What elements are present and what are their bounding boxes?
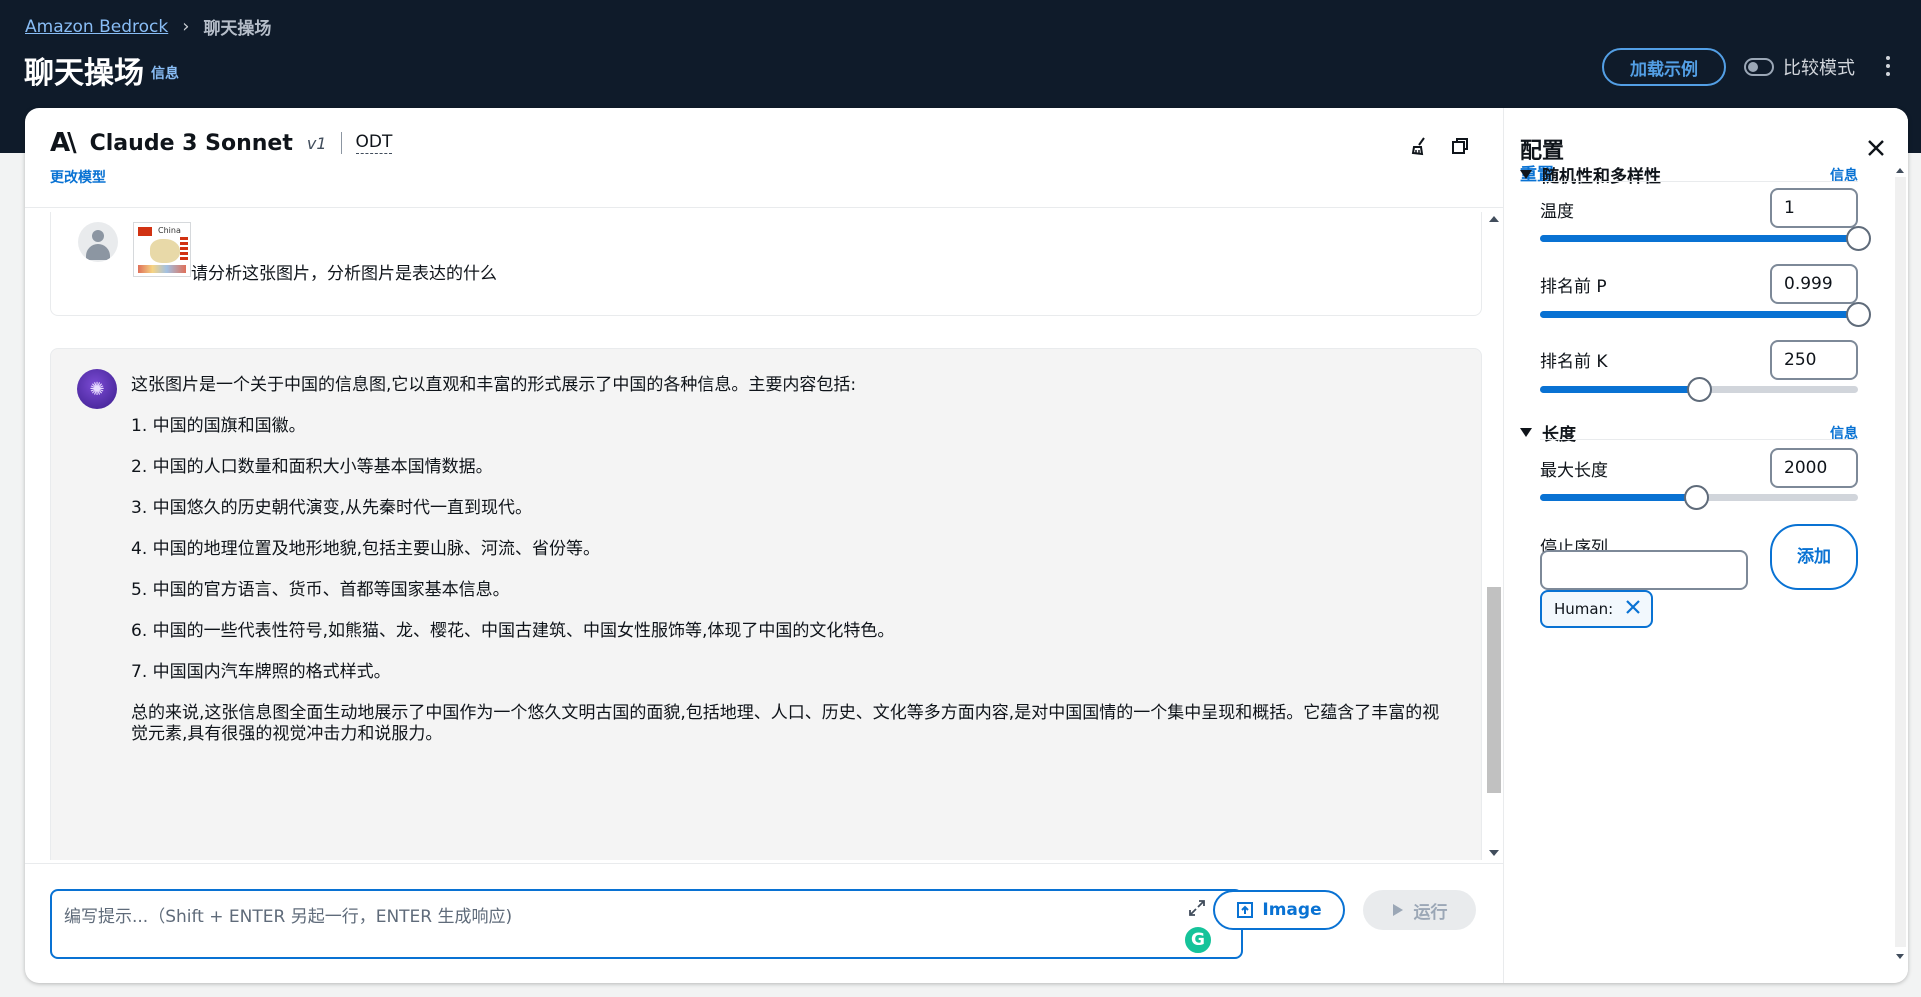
stop-sequence-token: Human: bbox=[1540, 590, 1654, 628]
slider-fill bbox=[1540, 311, 1858, 318]
copy-window-icon[interactable] bbox=[1450, 136, 1470, 160]
section-title: 随机性和多样性 bbox=[1542, 167, 1661, 187]
temperature-slider[interactable] bbox=[1540, 226, 1871, 251]
add-image-button[interactable]: Image bbox=[1213, 890, 1345, 930]
compare-mode-toggle[interactable]: 比较模式 bbox=[1744, 54, 1855, 80]
attached-image-thumbnail[interactable]: China bbox=[133, 222, 191, 277]
scroll-track[interactable] bbox=[1895, 177, 1906, 947]
anthropic-logo-icon: A\ bbox=[50, 128, 77, 158]
temperature-label: 温度 bbox=[1540, 202, 1574, 222]
expand-icon[interactable] bbox=[1188, 899, 1206, 921]
response-list-item: 2. 中国的人口数量和面积大小等基本国情数据。 bbox=[131, 457, 493, 477]
slider-handle[interactable] bbox=[1845, 302, 1871, 327]
model-version: v1 bbox=[306, 133, 327, 153]
top-p-input[interactable]: 0.999 bbox=[1770, 264, 1858, 304]
max-length-slider[interactable] bbox=[1540, 485, 1858, 510]
response-list-item: 4. 中国的地理位置及地形地貌,包括主要山脉、河流、省份等。 bbox=[131, 539, 601, 559]
top-k-label: 排名前 K bbox=[1540, 352, 1608, 372]
input-divider bbox=[25, 863, 1503, 864]
stop-sequence-input[interactable] bbox=[1540, 550, 1748, 590]
run-button[interactable]: 运行 bbox=[1363, 890, 1476, 930]
max-length-label: 最大长度 bbox=[1540, 461, 1608, 481]
model-header: A\ Claude 3 Sonnet v1 ODT bbox=[50, 128, 393, 158]
chat-panel: A\ Claude 3 Sonnet v1 ODT 更改模型 China 请分析… bbox=[25, 108, 1503, 983]
assistant-message-text: 这张图片是一个关于中国的信息图,它以直观和丰富的形式展示了中国的各种信息。主要内… bbox=[131, 375, 1441, 765]
load-examples-button[interactable]: 加载示例 bbox=[1602, 48, 1726, 86]
page-title: 聊天操场 bbox=[24, 56, 144, 91]
page-info-link[interactable]: 信息 bbox=[151, 63, 179, 83]
image-button-label: Image bbox=[1262, 900, 1322, 920]
response-list-item: 5. 中国的官方语言、货币、首都等国家基本信息。 bbox=[131, 580, 510, 600]
response-list-item: 3. 中国悠久的历史朝代演变,从先秦时代一直到现代。 bbox=[131, 498, 533, 518]
play-icon bbox=[1392, 904, 1403, 916]
model-throughput-tag[interactable]: ODT bbox=[355, 132, 393, 154]
user-avatar-icon bbox=[78, 222, 118, 262]
config-panel: 配置 重置 随机性和多样性 信息 温度 1 排名前 P 0.999 排名前 K … bbox=[1503, 108, 1908, 983]
user-message: China 请分析这张图片，分析图片是表达的什么 bbox=[50, 212, 1482, 316]
run-button-label: 运行 bbox=[1413, 902, 1448, 923]
response-paragraph: 这张图片是一个关于中国的信息图,它以直观和丰富的形式展示了中国的各种信息。主要内… bbox=[131, 375, 857, 395]
top-p-label: 排名前 P bbox=[1540, 277, 1607, 297]
assistant-message: ✺ 这张图片是一个关于中国的信息图,它以直观和丰富的形式展示了中国的各种信息。主… bbox=[50, 348, 1482, 860]
playground-card: A\ Claude 3 Sonnet v1 ODT 更改模型 China 请分析… bbox=[25, 108, 1908, 983]
assistant-avatar-icon: ✺ bbox=[77, 369, 117, 409]
top-k-input[interactable]: 250 bbox=[1770, 340, 1858, 380]
more-options-icon[interactable] bbox=[1885, 56, 1891, 76]
response-list-item: 1. 中国的国旗和国徽。 bbox=[131, 416, 306, 436]
scroll-down-arrow-icon[interactable] bbox=[1489, 850, 1499, 856]
breadcrumb: Amazon Bedrock › 聊天操场 bbox=[25, 14, 271, 39]
top-k-slider[interactable] bbox=[1540, 377, 1858, 402]
breadcrumb-link-bedrock[interactable]: Amazon Bedrock bbox=[25, 17, 168, 37]
scroll-up-arrow-icon[interactable] bbox=[1896, 168, 1904, 173]
top-p-slider[interactable] bbox=[1540, 302, 1871, 327]
clear-chat-broom-icon[interactable] bbox=[1410, 136, 1430, 160]
chevron-right-icon: › bbox=[182, 16, 190, 37]
scroll-down-arrow-icon[interactable] bbox=[1896, 954, 1904, 959]
model-name: Claude 3 Sonnet bbox=[89, 130, 293, 156]
response-summary: 总的来说,这张信息图全面生动地展示了中国作为一个悠久文明古国的面貌,包括地理、人… bbox=[131, 703, 1440, 744]
slider-handle[interactable] bbox=[1687, 377, 1712, 402]
caret-down-icon[interactable] bbox=[1520, 170, 1532, 179]
chat-header-actions bbox=[1410, 136, 1470, 160]
slider-handle[interactable] bbox=[1683, 485, 1709, 510]
section-length[interactable]: 长度 信息 bbox=[1520, 420, 1858, 445]
response-list-item: 7. 中国国内汽车牌照的格式样式。 bbox=[131, 662, 391, 682]
scroll-thumb[interactable] bbox=[1487, 587, 1501, 793]
max-length-input[interactable]: 2000 bbox=[1770, 448, 1858, 488]
grammarly-icon[interactable]: G bbox=[1183, 925, 1213, 955]
compare-mode-label: 比较模式 bbox=[1783, 58, 1855, 79]
remove-token-icon[interactable] bbox=[1625, 599, 1641, 619]
toggle-switch[interactable] bbox=[1744, 58, 1774, 76]
prompt-input[interactable]: 编写提示...（Shift + ENTER 另起一行，ENTER 生成响应) G bbox=[50, 889, 1243, 959]
change-model-link[interactable]: 更改模型 bbox=[50, 167, 106, 187]
slider-fill bbox=[1540, 386, 1699, 393]
divider bbox=[1540, 439, 1858, 440]
user-message-text: 请分析这张图片，分析图片是表达的什么 bbox=[191, 264, 497, 284]
breadcrumb-current: 聊天操场 bbox=[203, 19, 272, 39]
config-scrollbar[interactable] bbox=[1892, 164, 1908, 983]
divider bbox=[340, 132, 342, 154]
divider bbox=[1540, 181, 1858, 182]
temperature-input[interactable]: 1 bbox=[1770, 188, 1858, 228]
image-upload-icon bbox=[1237, 902, 1254, 918]
prompt-placeholder: 编写提示...（Shift + ENTER 另起一行，ENTER 生成响应) bbox=[64, 907, 513, 927]
response-list-item: 6. 中国的一些代表性符号,如熊猫、龙、樱花、中国古建筑、中国女性服饰等,体现了… bbox=[131, 621, 895, 641]
scroll-up-arrow-icon[interactable] bbox=[1489, 216, 1499, 222]
slider-fill bbox=[1540, 235, 1858, 242]
add-stop-sequence-button[interactable]: 添加 bbox=[1770, 524, 1858, 590]
close-icon[interactable] bbox=[1867, 139, 1885, 161]
caret-down-icon[interactable] bbox=[1520, 428, 1532, 437]
chat-scrollbar[interactable] bbox=[1485, 212, 1503, 860]
token-label: Human: bbox=[1554, 600, 1614, 618]
slider-fill bbox=[1540, 494, 1696, 501]
section-randomness[interactable]: 随机性和多样性 信息 bbox=[1520, 162, 1858, 187]
section-title: 长度 bbox=[1542, 425, 1576, 445]
slider-handle[interactable] bbox=[1846, 226, 1871, 251]
header-divider bbox=[25, 207, 1503, 208]
chat-history[interactable]: China 请分析这张图片，分析图片是表达的什么 ✺ 这张图片是一个关于中国的信… bbox=[50, 212, 1482, 860]
